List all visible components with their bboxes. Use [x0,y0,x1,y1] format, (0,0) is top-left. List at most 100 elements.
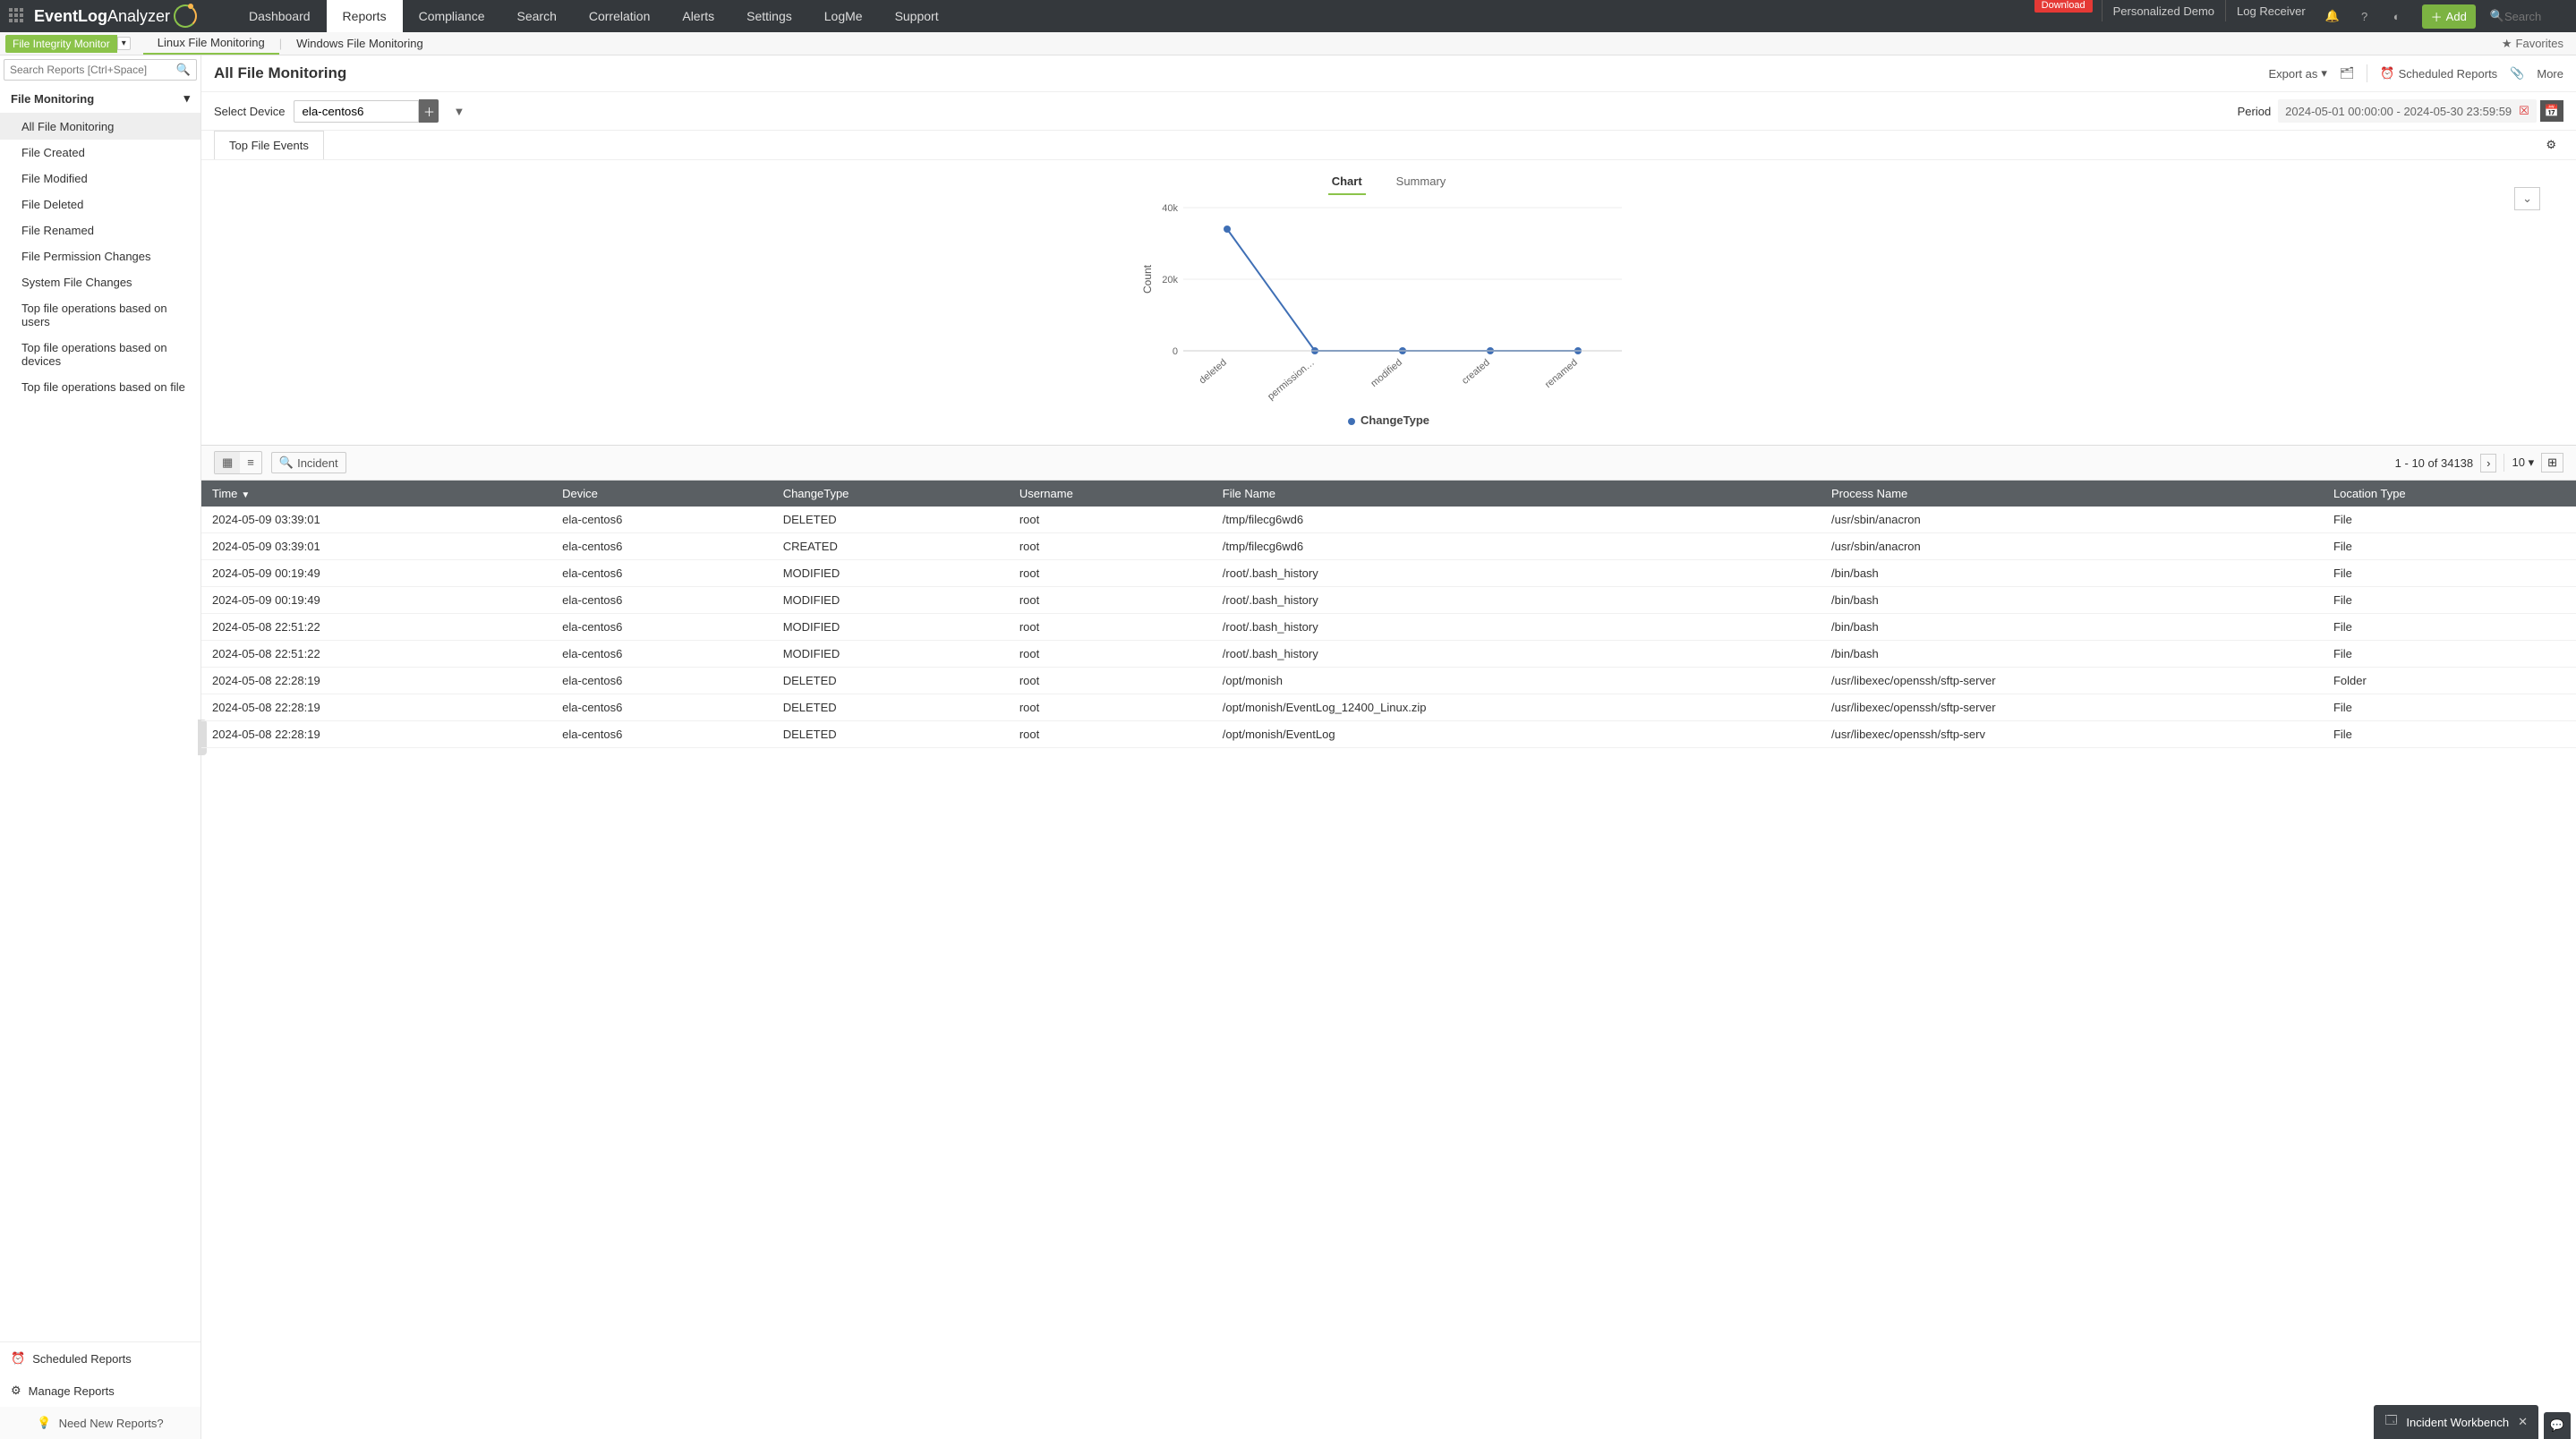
page-title: All File Monitoring [214,64,346,82]
bell-icon[interactable]: 🔔 [2316,0,2349,32]
sidebar-item[interactable]: File Renamed [0,217,200,243]
add-button[interactable]: ＋ Add [2422,4,2476,29]
cell: ela-centos6 [551,614,772,641]
svg-text:20k: 20k [1162,275,1178,285]
cell: DELETED [772,694,1009,721]
column-header[interactable]: File Name [1212,481,1821,507]
column-header[interactable]: Device [551,481,772,507]
calendar-icon[interactable]: 📅 [2540,100,2563,122]
chart-expand-icon[interactable]: ⌄ [2514,187,2540,210]
fim-dropdown[interactable]: ▾ [117,37,131,50]
apps-icon[interactable] [9,8,25,24]
sub-link-windows[interactable]: Windows File Monitoring [282,37,438,50]
table-row[interactable]: 2024-05-09 03:39:01ela-centos6DELETEDroo… [201,507,2576,533]
column-header[interactable]: ChangeType [772,481,1009,507]
column-header[interactable]: Time▼ [201,481,551,507]
column-header[interactable]: Username [1009,481,1212,507]
topnav-alerts[interactable]: Alerts [666,0,730,32]
topnav-dashboard[interactable]: Dashboard [233,0,327,32]
svg-text:renamed: renamed [1542,357,1579,390]
download-button[interactable]: Download [2034,0,2093,13]
cell: root [1009,507,1212,533]
cell: root [1009,614,1212,641]
cell: DELETED [772,721,1009,748]
chart-tab[interactable]: Chart [1328,169,1366,195]
cell: 2024-05-09 03:39:01 [201,507,551,533]
tab-top-file-events[interactable]: Top File Events [214,131,324,159]
clear-period-icon[interactable]: ☒ [2519,104,2529,118]
sub-link-linux[interactable]: Linux File Monitoring [143,32,279,55]
column-header[interactable]: Process Name [1821,481,2323,507]
favorites-link[interactable]: ★Favorites [2502,37,2563,51]
table-row[interactable]: 2024-05-08 22:51:22ela-centos6MODIFIEDro… [201,641,2576,668]
sidebar-item[interactable]: System File Changes [0,269,200,295]
report-search-input[interactable] [10,64,176,76]
close-icon[interactable]: ✕ [2518,1415,2528,1429]
sidebar-item[interactable]: File Created [0,140,200,166]
export-dropdown[interactable]: Export as ▾ [2268,66,2326,81]
cell: /bin/bash [1821,560,2323,587]
cell: 2024-05-09 03:39:01 [201,533,551,560]
chat-icon[interactable]: 💬 [2544,1412,2571,1439]
table-row[interactable]: 2024-05-08 22:28:19ela-centos6DELETEDroo… [201,668,2576,694]
demo-link[interactable]: Personalized Demo [2102,0,2225,21]
cell: ela-centos6 [551,533,772,560]
add-device-button[interactable]: ＋ [419,99,439,123]
topnav-reports[interactable]: Reports [327,0,403,32]
cell: /usr/libexec/openssh/sftp-server [1821,694,2323,721]
table-row[interactable]: 2024-05-08 22:28:19ela-centos6DELETEDroo… [201,694,2576,721]
summary-tab[interactable]: Summary [1393,169,1450,195]
device-input[interactable] [294,100,419,123]
sidebar-item[interactable]: Top file operations based on devices [0,335,200,374]
report-search[interactable]: 🔍 [4,59,197,81]
next-page-button[interactable]: › [2480,454,2496,473]
sidebar-item[interactable]: Top file operations based on file [0,374,200,400]
topnav-compliance[interactable]: Compliance [403,0,501,32]
cell: File [2323,533,2576,560]
need-new-reports[interactable]: 💡Need New Reports? [0,1407,200,1439]
topnav-correlation[interactable]: Correlation [573,0,666,32]
column-header[interactable]: Location Type [2323,481,2576,507]
columns-icon[interactable]: ⊞ [2541,453,2563,473]
topnav-logme[interactable]: LogMe [808,0,879,32]
log-receiver-link[interactable]: Log Receiver [2225,0,2316,21]
sidebar-item[interactable]: File Permission Changes [0,243,200,269]
table-row[interactable]: 2024-05-09 00:19:49ela-centos6MODIFIEDro… [201,587,2576,614]
more-button[interactable]: More [2537,67,2563,81]
incident-workbench-bar[interactable]: 🗔 Incident Workbench ✕ [2374,1405,2538,1439]
topnav-support[interactable]: Support [879,0,955,32]
pin-icon[interactable]: 📎 [2510,66,2524,81]
manage-reports-link[interactable]: ⚙Manage Reports [0,1375,200,1407]
chart-settings-icon[interactable]: ⚙ [2538,131,2563,159]
page-size-dropdown[interactable]: 10 ▾ [2512,456,2534,470]
global-search[interactable]: 🔍 [2485,9,2576,23]
cell: File [2323,587,2576,614]
table-row[interactable]: 2024-05-08 22:51:22ela-centos6MODIFIEDro… [201,614,2576,641]
export-settings-icon[interactable]: 🗂 [2340,66,2355,81]
table-view-icon[interactable]: ▦ [215,452,240,473]
global-search-input[interactable] [2504,10,2567,23]
incident-workbench-label: Incident Workbench [2406,1416,2509,1429]
sidebar-item[interactable]: File Modified [0,166,200,192]
topnav-search[interactable]: Search [501,0,573,32]
sidebar-item[interactable]: File Deleted [0,192,200,217]
incident-button[interactable]: 🔍Incident [271,452,346,473]
table-row[interactable]: 2024-05-09 03:39:01ela-centos6CREATEDroo… [201,533,2576,560]
topnav-settings[interactable]: Settings [730,0,808,32]
period-display[interactable]: 2024-05-01 00:00:00 - 2024-05-30 23:59:5… [2278,99,2537,123]
cell: /root/.bash_history [1212,641,1821,668]
cell: CREATED [772,533,1009,560]
list-view-icon[interactable]: ≡ [240,452,261,473]
help-icon[interactable]: ? [2349,0,2381,32]
section-file-monitoring[interactable]: File Monitoring ▾ [0,84,200,114]
scheduled-reports-link[interactable]: ⏰Scheduled Reports [0,1342,200,1375]
user-icon[interactable]: ◐ [2381,0,2413,32]
sidebar-item[interactable]: Top file operations based on users [0,295,200,335]
cell: /root/.bash_history [1212,560,1821,587]
cell: /usr/sbin/anacron [1821,507,2323,533]
scheduled-reports-button[interactable]: ⏰ Scheduled Reports [2380,66,2497,81]
filter-icon[interactable]: ▼ [453,105,465,118]
table-row[interactable]: 2024-05-09 00:19:49ela-centos6MODIFIEDro… [201,560,2576,587]
sidebar-item[interactable]: All File Monitoring [0,114,200,140]
table-row[interactable]: 2024-05-08 22:28:19ela-centos6DELETEDroo… [201,721,2576,748]
